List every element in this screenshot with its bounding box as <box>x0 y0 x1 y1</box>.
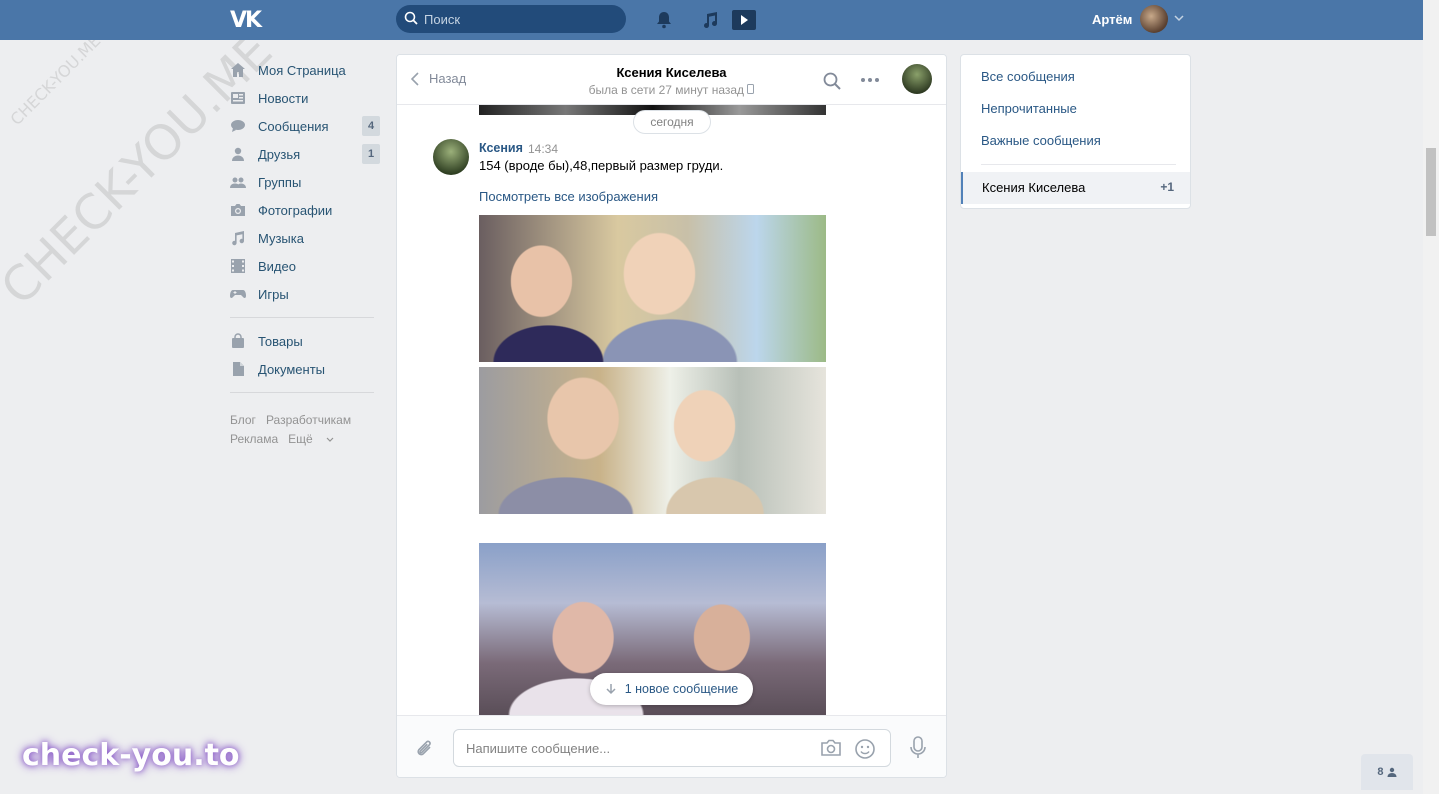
friends-count-badge: 1 <box>362 144 380 164</box>
sidebar-footer: Блог Разработчикам Реклама Ещё <box>230 411 380 449</box>
sidebar-item-label: Новости <box>258 90 309 106</box>
sidebar-divider <box>230 317 374 318</box>
camera-icon <box>230 202 246 218</box>
sidebar-item-label: Музыка <box>258 230 304 246</box>
sidebar-item-label: Игры <box>258 286 289 302</box>
message-avatar[interactable] <box>433 139 469 175</box>
filter-unread[interactable]: Непрочитанные <box>981 101 1077 116</box>
scrollbar-thumb[interactable] <box>1426 148 1436 236</box>
bag-icon <box>230 333 246 349</box>
sidebar-divider <box>230 392 374 393</box>
paperclip-icon[interactable] <box>415 738 435 760</box>
messages-icon <box>230 118 246 134</box>
more-icon[interactable] <box>860 77 880 83</box>
gamepad-icon <box>230 286 246 302</box>
date-divider: сегодня <box>633 110 711 134</box>
new-message-button[interactable]: 1 новое сообщение <box>590 673 753 705</box>
bell-icon[interactable] <box>654 10 674 30</box>
emoji-icon[interactable] <box>854 738 876 760</box>
camera-icon[interactable] <box>820 739 842 757</box>
footer-link-more[interactable]: Ещё <box>288 432 334 446</box>
user-name[interactable]: Артём <box>1092 12 1132 27</box>
new-message-label: 1 новое сообщение <box>624 682 739 696</box>
sidebar-item-friends[interactable]: Друзья 1 <box>230 140 380 168</box>
message-input-box[interactable] <box>453 729 891 767</box>
page-scrollbar[interactable] <box>1423 0 1439 794</box>
watermark-small: CHECK-YOU.ME <box>6 31 105 129</box>
sidebar-item-label: Фотографии <box>258 202 333 218</box>
footer-more-label: Ещё <box>288 432 313 446</box>
message-history[interactable]: сегодня Ксения 14:34 154 (вроде бы),48,п… <box>397 105 946 715</box>
video-icon <box>230 258 246 274</box>
filter-all-messages[interactable]: Все сообщения <box>981 69 1075 84</box>
chevron-down-icon[interactable] <box>1174 14 1184 22</box>
online-friends-button[interactable]: 8 <box>1361 754 1413 790</box>
filter-important[interactable]: Важные сообщения <box>981 133 1101 148</box>
message-filters-panel: Все сообщения Непрочитанные Важные сообщ… <box>960 54 1191 209</box>
sidebar-item-photos[interactable]: Фотографии <box>230 196 380 224</box>
document-icon <box>230 361 246 377</box>
messages-count-badge: 4 <box>362 116 380 136</box>
footer-link-blog[interactable]: Блог <box>230 413 256 427</box>
sidebar-item-music[interactable]: Музыка <box>230 224 380 252</box>
music-icon[interactable] <box>700 10 720 30</box>
search-input[interactable] <box>424 9 614 29</box>
sidebar-item-games[interactable]: Игры <box>230 280 380 308</box>
message-author[interactable]: Ксения <box>479 141 523 155</box>
sidebar-item-label: Товары <box>258 333 303 349</box>
friends-icon <box>230 146 246 162</box>
unread-badge: +1 <box>1160 180 1174 194</box>
microphone-icon[interactable] <box>909 736 927 760</box>
sidebar-item-label: Видео <box>258 258 296 274</box>
vk-logo[interactable]: VK <box>230 8 266 33</box>
peer-status: была в сети 27 минут назад <box>397 83 946 97</box>
message-composer <box>397 715 946 777</box>
top-header: VK Артём <box>0 0 1423 40</box>
sidebar-item-label: Моя Страница <box>258 62 346 78</box>
music-icon <box>230 230 246 246</box>
groups-icon <box>230 174 246 190</box>
message-text: 154 (вроде бы),48,первый размер груди. <box>479 158 724 173</box>
peer-status-text: была в сети 27 минут назад <box>588 83 745 97</box>
sidebar-item-video[interactable]: Видео <box>230 252 380 280</box>
message-input[interactable] <box>466 739 806 757</box>
sidebar-item-news[interactable]: Новости <box>230 84 380 112</box>
search-icon <box>404 11 418 25</box>
message-time[interactable]: 14:34 <box>528 142 558 156</box>
left-sidebar: Моя Страница Новости Сообщения 4 Друзья … <box>230 56 380 449</box>
sidebar-item-goods[interactable]: Товары <box>230 327 380 355</box>
play-icon[interactable] <box>732 10 756 30</box>
photo-attachment[interactable] <box>479 215 826 362</box>
sidebar-item-documents[interactable]: Документы <box>230 355 380 383</box>
chat-header: Назад Ксения Киселева была в сети 27 мин… <box>397 55 946 105</box>
news-icon <box>230 90 246 106</box>
online-count: 8 <box>1377 766 1384 778</box>
sidebar-item-label: Сообщения <box>258 118 329 134</box>
sidebar-item-label: Группы <box>258 174 302 190</box>
mobile-icon <box>747 84 755 94</box>
active-conversation[interactable]: Ксения Киселева +1 <box>961 172 1190 204</box>
sidebar-item-label: Документы <box>258 361 326 377</box>
photo-attachment[interactable] <box>479 367 826 514</box>
conversation-name: Ксения Киселева <box>982 180 1086 195</box>
sidebar-item-groups[interactable]: Группы <box>230 168 380 196</box>
chat-panel: Назад Ксения Киселева была в сети 27 мин… <box>396 54 947 778</box>
chevron-down-icon <box>326 437 334 442</box>
sidebar-item-my-page[interactable]: Моя Страница <box>230 56 380 84</box>
person-icon <box>1387 767 1397 777</box>
search-icon[interactable] <box>823 72 841 90</box>
brand-watermark: check-you.to <box>22 738 240 773</box>
search-box[interactable] <box>396 5 626 33</box>
sidebar-item-label: Друзья <box>258 146 301 162</box>
panel-divider <box>981 164 1176 165</box>
user-avatar[interactable] <box>1140 5 1168 33</box>
footer-link-developers[interactable]: Разработчикам <box>266 413 351 427</box>
home-icon <box>230 62 246 78</box>
view-all-images-link[interactable]: Посмотреть все изображения <box>479 189 658 204</box>
footer-link-ads[interactable]: Реклама <box>230 432 278 446</box>
arrow-down-icon <box>606 684 616 695</box>
peer-avatar[interactable] <box>902 64 932 94</box>
sidebar-item-messages[interactable]: Сообщения 4 <box>230 112 380 140</box>
